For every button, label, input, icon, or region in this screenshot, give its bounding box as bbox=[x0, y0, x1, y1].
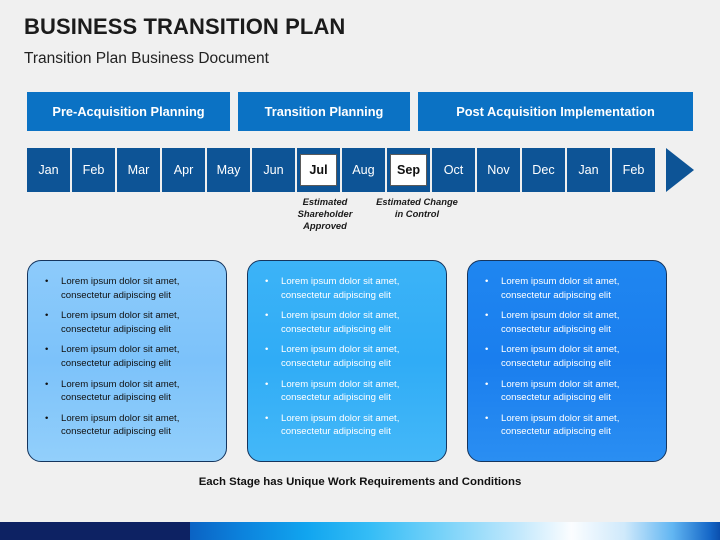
timeline-month-label: Feb bbox=[82, 163, 105, 177]
timeline-month-label: Apr bbox=[173, 163, 194, 177]
bullet-list: • Lorem ipsum dolor sit amet, consectetur… bbox=[476, 275, 656, 439]
timeline-month-jan-2[interactable]: Jan bbox=[567, 148, 610, 192]
timeline-month-label: Feb bbox=[622, 163, 645, 177]
timeline-month-label: Sep bbox=[390, 154, 427, 186]
list-item-text: Lorem ipsum dolor sit amet, consectetur … bbox=[281, 344, 400, 370]
timeline-month-label: Aug bbox=[352, 163, 375, 177]
page-subtitle: Transition Plan Business Document bbox=[24, 50, 269, 67]
bullet-icon: • bbox=[265, 412, 269, 424]
list-item: • Lorem ipsum dolor sit amet, consectetur… bbox=[256, 378, 436, 405]
content-panels: • Lorem ipsum dolor sit amet, consectetur… bbox=[27, 260, 693, 462]
band-gradient-segment bbox=[190, 522, 720, 540]
timeline-month-nov[interactable]: Nov bbox=[477, 148, 520, 192]
bullet-icon: • bbox=[45, 310, 49, 322]
timeline-month-label: Jun bbox=[263, 163, 284, 177]
list-item-text: Lorem ipsum dolor sit amet, consectetur … bbox=[501, 276, 620, 301]
list-item: • Lorem ipsum dolor sit amet, consectetur… bbox=[256, 343, 436, 370]
timeline-month-label: Jul bbox=[300, 154, 337, 186]
list-item: • Lorem ipsum dolor sit amet, consectetur… bbox=[36, 275, 216, 302]
timeline-month-jun[interactable]: Jun bbox=[252, 148, 295, 192]
content-panel-post-acquisition: • Lorem ipsum dolor sit amet, consectetur… bbox=[467, 260, 667, 462]
bullet-icon: • bbox=[45, 344, 49, 356]
bullet-icon: • bbox=[485, 276, 489, 287]
list-item-text: Lorem ipsum dolor sit amet, consectetur … bbox=[281, 412, 400, 438]
timeline-month-mar[interactable]: Mar bbox=[117, 148, 160, 192]
bullet-icon: • bbox=[485, 412, 489, 424]
list-item-text: Lorem ipsum dolor sit amet, consectetur … bbox=[281, 378, 400, 404]
phase-header-row: Pre-Acquisition Planning Transition Plan… bbox=[27, 92, 693, 131]
list-item-text: Lorem ipsum dolor sit amet, consectetur … bbox=[61, 412, 180, 438]
list-item: • Lorem ipsum dolor sit amet, consectetur… bbox=[36, 378, 216, 405]
timeline-month-jul-highlighted[interactable]: Jul bbox=[297, 148, 340, 192]
list-item: • Lorem ipsum dolor sit amet, consectetur… bbox=[476, 412, 656, 439]
bullet-icon: • bbox=[485, 378, 489, 390]
phase-box-post-acquisition-implementation[interactable]: Post Acquisition Implementation bbox=[418, 92, 693, 131]
list-item-text: Lorem ipsum dolor sit amet, consectetur … bbox=[61, 344, 180, 370]
bullet-icon: • bbox=[45, 378, 49, 390]
list-item: • Lorem ipsum dolor sit amet, consectetur… bbox=[476, 343, 656, 370]
list-item: • Lorem ipsum dolor sit amet, consectetur… bbox=[476, 275, 656, 302]
list-item-text: Lorem ipsum dolor sit amet, consectetur … bbox=[501, 310, 620, 335]
list-item-text: Lorem ipsum dolor sit amet, consectetur … bbox=[501, 412, 620, 438]
phase-box-pre-acquisition-planning[interactable]: Pre-Acquisition Planning bbox=[27, 92, 230, 131]
list-item-text: Lorem ipsum dolor sit amet, consectetur … bbox=[501, 378, 620, 404]
list-item-text: Lorem ipsum dolor sit amet, consectetur … bbox=[281, 310, 400, 335]
timeline-month-sep-highlighted[interactable]: Sep bbox=[387, 148, 430, 192]
list-item: • Lorem ipsum dolor sit amet, consectetur… bbox=[256, 412, 436, 439]
timeline-month-label: Dec bbox=[532, 163, 555, 177]
list-item-text: Lorem ipsum dolor sit amet, consectetur … bbox=[61, 276, 180, 301]
phase-box-transition-planning[interactable]: Transition Planning bbox=[238, 92, 410, 131]
bullet-icon: • bbox=[265, 344, 269, 356]
content-panel-transition: • Lorem ipsum dolor sit amet, consectetur… bbox=[247, 260, 447, 462]
timeline-month-label: Oct bbox=[443, 163, 464, 177]
timeline-month-label: May bbox=[216, 163, 241, 177]
list-item: • Lorem ipsum dolor sit amet, consectetur… bbox=[476, 309, 656, 336]
page-title: BUSINESS TRANSITION PLAN bbox=[24, 14, 346, 39]
list-item: • Lorem ipsum dolor sit amet, consectetur… bbox=[36, 343, 216, 370]
list-item: • Lorem ipsum dolor sit amet, consectetur… bbox=[256, 309, 436, 336]
content-panel-pre-acquisition: • Lorem ipsum dolor sit amet, consectetur… bbox=[27, 260, 227, 462]
timeline-month-feb-1[interactable]: Feb bbox=[72, 148, 115, 192]
timeline-month-oct[interactable]: Oct bbox=[432, 148, 475, 192]
timeline-months: Jan Feb Mar Apr May Jun Jul Aug Sep Oct … bbox=[27, 148, 655, 192]
bullet-icon: • bbox=[265, 276, 269, 287]
bullet-icon: • bbox=[265, 310, 269, 322]
list-item-text: Lorem ipsum dolor sit amet, consectetur … bbox=[281, 276, 400, 301]
milestone-label-shareholder-approved: Estimated Shareholder Approved bbox=[297, 196, 353, 231]
timeline-month-label: Jan bbox=[38, 163, 59, 177]
bullet-icon: • bbox=[45, 276, 49, 287]
band-navy-segment bbox=[0, 522, 190, 540]
bullet-icon: • bbox=[45, 412, 49, 424]
timeline-month-feb-2[interactable]: Feb bbox=[612, 148, 655, 192]
bullet-icon: • bbox=[485, 344, 489, 356]
footer-note: Each Stage has Unique Work Requirements … bbox=[198, 476, 522, 488]
bullet-list: • Lorem ipsum dolor sit amet, consectetur… bbox=[36, 275, 216, 439]
list-item: • Lorem ipsum dolor sit amet, consectetur… bbox=[36, 309, 216, 336]
bullet-list: • Lorem ipsum dolor sit amet, consectetur… bbox=[256, 275, 436, 439]
timeline-month-dec[interactable]: Dec bbox=[522, 148, 565, 192]
bullet-icon: • bbox=[265, 378, 269, 390]
bottom-decorative-band bbox=[0, 522, 720, 540]
milestone-label-change-in-control: Estimated Change in Control bbox=[376, 196, 458, 219]
timeline-month-label: Nov bbox=[487, 163, 510, 177]
timeline-month-apr[interactable]: Apr bbox=[162, 148, 205, 192]
bullet-icon: • bbox=[485, 310, 489, 322]
list-item-text: Lorem ipsum dolor sit amet, consectetur … bbox=[61, 378, 180, 404]
list-item: • Lorem ipsum dolor sit amet, consectetur… bbox=[256, 275, 436, 302]
timeline-row: Jan Feb Mar Apr May Jun Jul Aug Sep Oct … bbox=[27, 148, 694, 192]
timeline-month-label: Mar bbox=[127, 163, 150, 177]
arrow-right-icon bbox=[666, 148, 694, 192]
timeline-month-jan-1[interactable]: Jan bbox=[27, 148, 70, 192]
list-item: • Lorem ipsum dolor sit amet, consectetur… bbox=[36, 412, 216, 439]
slide-canvas: BUSINESS TRANSITION PLAN Transition Plan… bbox=[0, 0, 720, 540]
list-item: • Lorem ipsum dolor sit amet, consectetur… bbox=[476, 378, 656, 405]
timeline-month-may[interactable]: May bbox=[207, 148, 250, 192]
timeline-month-label: Jan bbox=[578, 163, 599, 177]
list-item-text: Lorem ipsum dolor sit amet, consectetur … bbox=[501, 344, 620, 370]
timeline-month-aug[interactable]: Aug bbox=[342, 148, 385, 192]
list-item-text: Lorem ipsum dolor sit amet, consectetur … bbox=[61, 310, 180, 335]
